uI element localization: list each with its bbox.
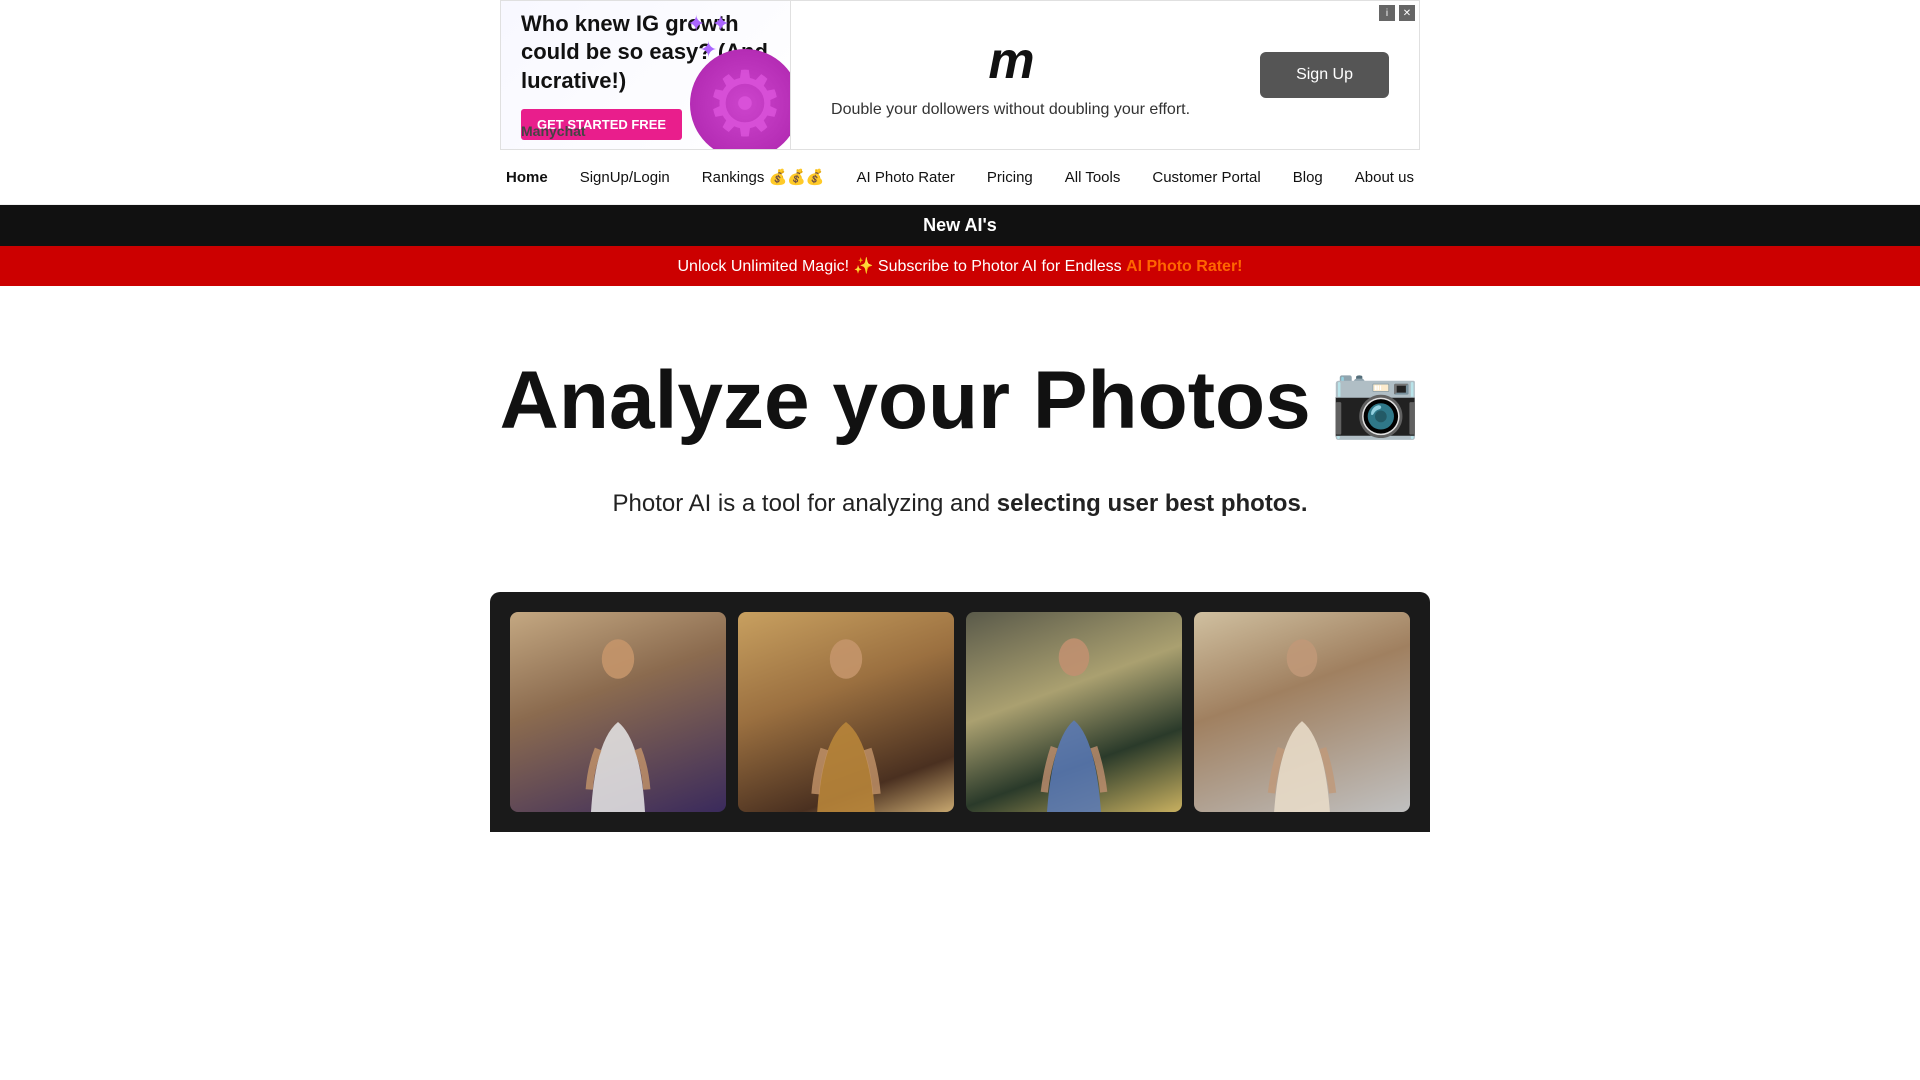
- ad-info-button[interactable]: i: [1379, 5, 1395, 21]
- nav-link-rankings[interactable]: Rankings 💰💰💰: [702, 168, 825, 186]
- ad-middle-section: m Double your dollowers without doubling…: [791, 31, 1230, 119]
- nav-link-all-tools[interactable]: All Tools: [1065, 169, 1121, 186]
- ad-brand-name: Manychat: [521, 123, 586, 139]
- photo-card-2: [738, 612, 954, 812]
- nav-link-home[interactable]: Home: [506, 169, 548, 186]
- hero-section: Analyze your Photos 📷 Photor AI is a too…: [0, 286, 1920, 562]
- photo-card-1: [510, 612, 726, 812]
- nav-link-customer-portal[interactable]: Customer Portal: [1152, 169, 1260, 186]
- promo-banner: Unlock Unlimited Magic! ✨ Subscribe to P…: [0, 246, 1920, 286]
- ad-left-section: ✦ ✦ ✦ Who knew IG growth could be so eas…: [501, 1, 791, 149]
- hero-title: Analyze your Photos 📷: [40, 356, 1880, 446]
- nav-link-pricing[interactable]: Pricing: [987, 169, 1033, 186]
- person-silhouette-3: [998, 632, 1149, 812]
- hero-subtitle-bold: selecting user best photos.: [997, 490, 1308, 517]
- new-ais-text: New AI's: [923, 215, 997, 235]
- nav-link-signup[interactable]: SignUp/Login: [580, 169, 670, 186]
- photo-grid: [490, 592, 1430, 832]
- ad-tagline: Double your dollowers without doubling y…: [831, 101, 1190, 119]
- ad-logo: m: [988, 31, 1032, 91]
- ad-close-button[interactable]: ✕: [1399, 5, 1415, 21]
- nav-link-ai-photo-rater[interactable]: AI Photo Rater: [857, 169, 955, 186]
- person-silhouette-1: [542, 632, 693, 812]
- ad-sparkles: ✦ ✦ ✦: [687, 11, 730, 63]
- ad-right-section: Sign Up: [1230, 52, 1419, 98]
- hero-subtitle: Photor AI is a tool for analyzing and se…: [40, 486, 1880, 522]
- main-nav: Home SignUp/Login Rankings 💰💰💰 AI Photo …: [0, 150, 1920, 205]
- ad-gear-graphic: [690, 49, 791, 149]
- person-silhouette-4: [1226, 632, 1377, 812]
- ad-banner: i ✕ ✦ ✦ ✦ Who knew IG growth could be so…: [500, 0, 1420, 150]
- new-ais-banner: New AI's: [0, 205, 1920, 246]
- photo-card-4: [1194, 612, 1410, 812]
- ad-signup-button[interactable]: Sign Up: [1260, 52, 1389, 98]
- nav-link-blog[interactable]: Blog: [1293, 169, 1323, 186]
- promo-text-highlight: AI Photo Rater!: [1126, 258, 1242, 275]
- photo-card-3: [966, 612, 1182, 812]
- hero-title-text: Analyze your Photos: [500, 356, 1311, 446]
- camera-emoji: 📷: [1331, 362, 1421, 441]
- nav-link-about-us[interactable]: About us: [1355, 169, 1414, 186]
- person-silhouette-2: [770, 632, 921, 812]
- promo-text-normal: Unlock Unlimited Magic! ✨ Subscribe to P…: [677, 258, 1126, 275]
- hero-subtitle-normal: Photor AI is a tool for analyzing and: [613, 490, 997, 517]
